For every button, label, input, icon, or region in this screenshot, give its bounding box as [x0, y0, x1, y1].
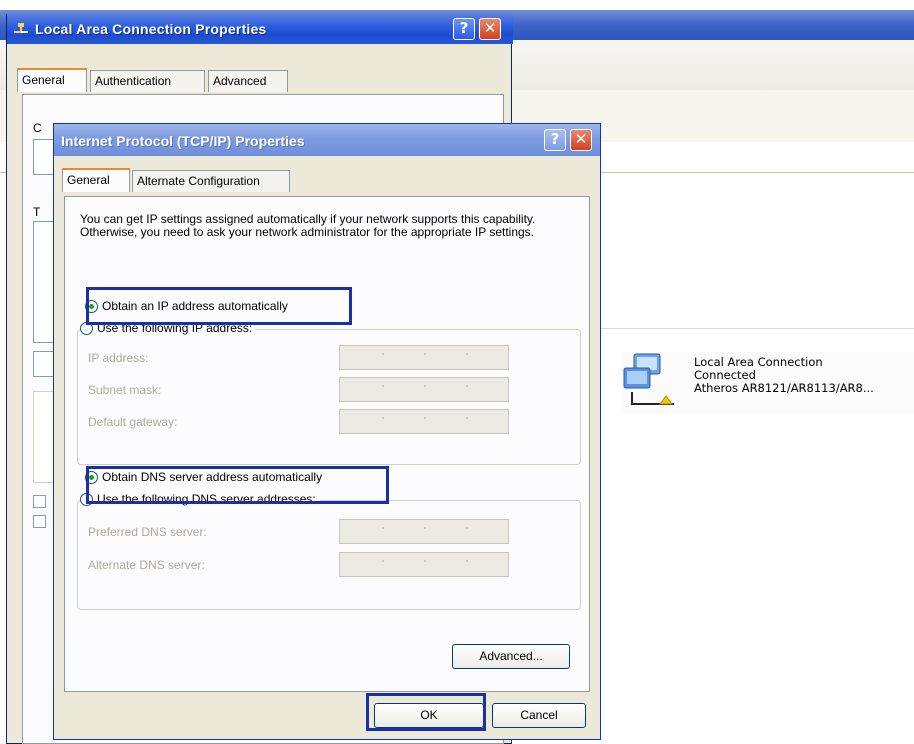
help-icon[interactable]: ?	[453, 18, 475, 40]
tcpip-title: Internet Protocol (TCP/IP) Properties	[61, 133, 305, 149]
default-gateway-field[interactable]	[339, 409, 509, 434]
items-label: T	[33, 205, 41, 219]
group-divider	[600, 328, 914, 329]
close-icon[interactable]: ✕	[479, 18, 501, 40]
ip-address-field[interactable]	[339, 345, 509, 370]
highlight-obtain-ip	[86, 287, 352, 325]
help-icon[interactable]: ?	[544, 129, 566, 151]
alternate-dns-field[interactable]	[339, 552, 509, 577]
cancel-button[interactable]: Cancel	[492, 703, 586, 728]
advanced-button[interactable]: Advanced...	[452, 644, 570, 669]
connect-using-label: C	[33, 121, 42, 135]
connection-adapter: Atheros AR8121/AR8113/AR8...	[694, 381, 874, 395]
tcpip-properties-dialog: Internet Protocol (TCP/IP) Properties ? …	[53, 123, 601, 740]
preferred-dns-label: Preferred DNS server:	[88, 525, 207, 539]
tcpip-general-panel: You can get IP settings assigned automat…	[64, 196, 590, 692]
tab-general[interactable]: General	[62, 168, 130, 192]
default-gateway-label: Default gateway:	[88, 415, 178, 429]
subnet-mask-field[interactable]	[339, 377, 509, 402]
close-icon[interactable]: ✕	[570, 129, 592, 151]
network-connection-icon	[623, 353, 674, 405]
intro-text: You can get IP settings assigned automat…	[80, 212, 536, 239]
local-area-connection-item[interactable]: Local Area Connection Connected Atheros …	[622, 352, 914, 414]
show-icon-checkbox[interactable]	[33, 495, 46, 508]
tab-general[interactable]: General	[17, 68, 87, 92]
subnet-mask-label: Subnet mask:	[88, 383, 162, 397]
tcpip-titlebar: Internet Protocol (TCP/IP) Properties ? …	[54, 124, 600, 156]
items-list[interactable]	[33, 221, 55, 343]
highlight-ok	[366, 693, 486, 731]
ip-address-label: IP address:	[88, 351, 149, 365]
tab-advanced[interactable]: Advanced	[208, 70, 288, 92]
adapter-box	[33, 139, 55, 175]
alternate-dns-label: Alternate DNS server:	[88, 558, 205, 572]
description-group	[33, 391, 55, 483]
lan-properties-title: Local Area Connection Properties	[35, 21, 267, 37]
install-button[interactable]	[33, 351, 55, 377]
tab-alternate-configuration[interactable]: Alternate Configuration	[132, 170, 290, 192]
preferred-dns-field[interactable]	[339, 519, 509, 544]
network-icon	[14, 23, 28, 33]
connection-details: Local Area Connection Connected Atheros …	[694, 356, 874, 395]
tab-authentication[interactable]: Authentication	[90, 70, 205, 92]
notify-checkbox[interactable]	[33, 515, 46, 528]
lan-properties-titlebar: Local Area Connection Properties ? ✕	[7, 14, 513, 44]
highlight-obtain-dns	[86, 466, 389, 504]
